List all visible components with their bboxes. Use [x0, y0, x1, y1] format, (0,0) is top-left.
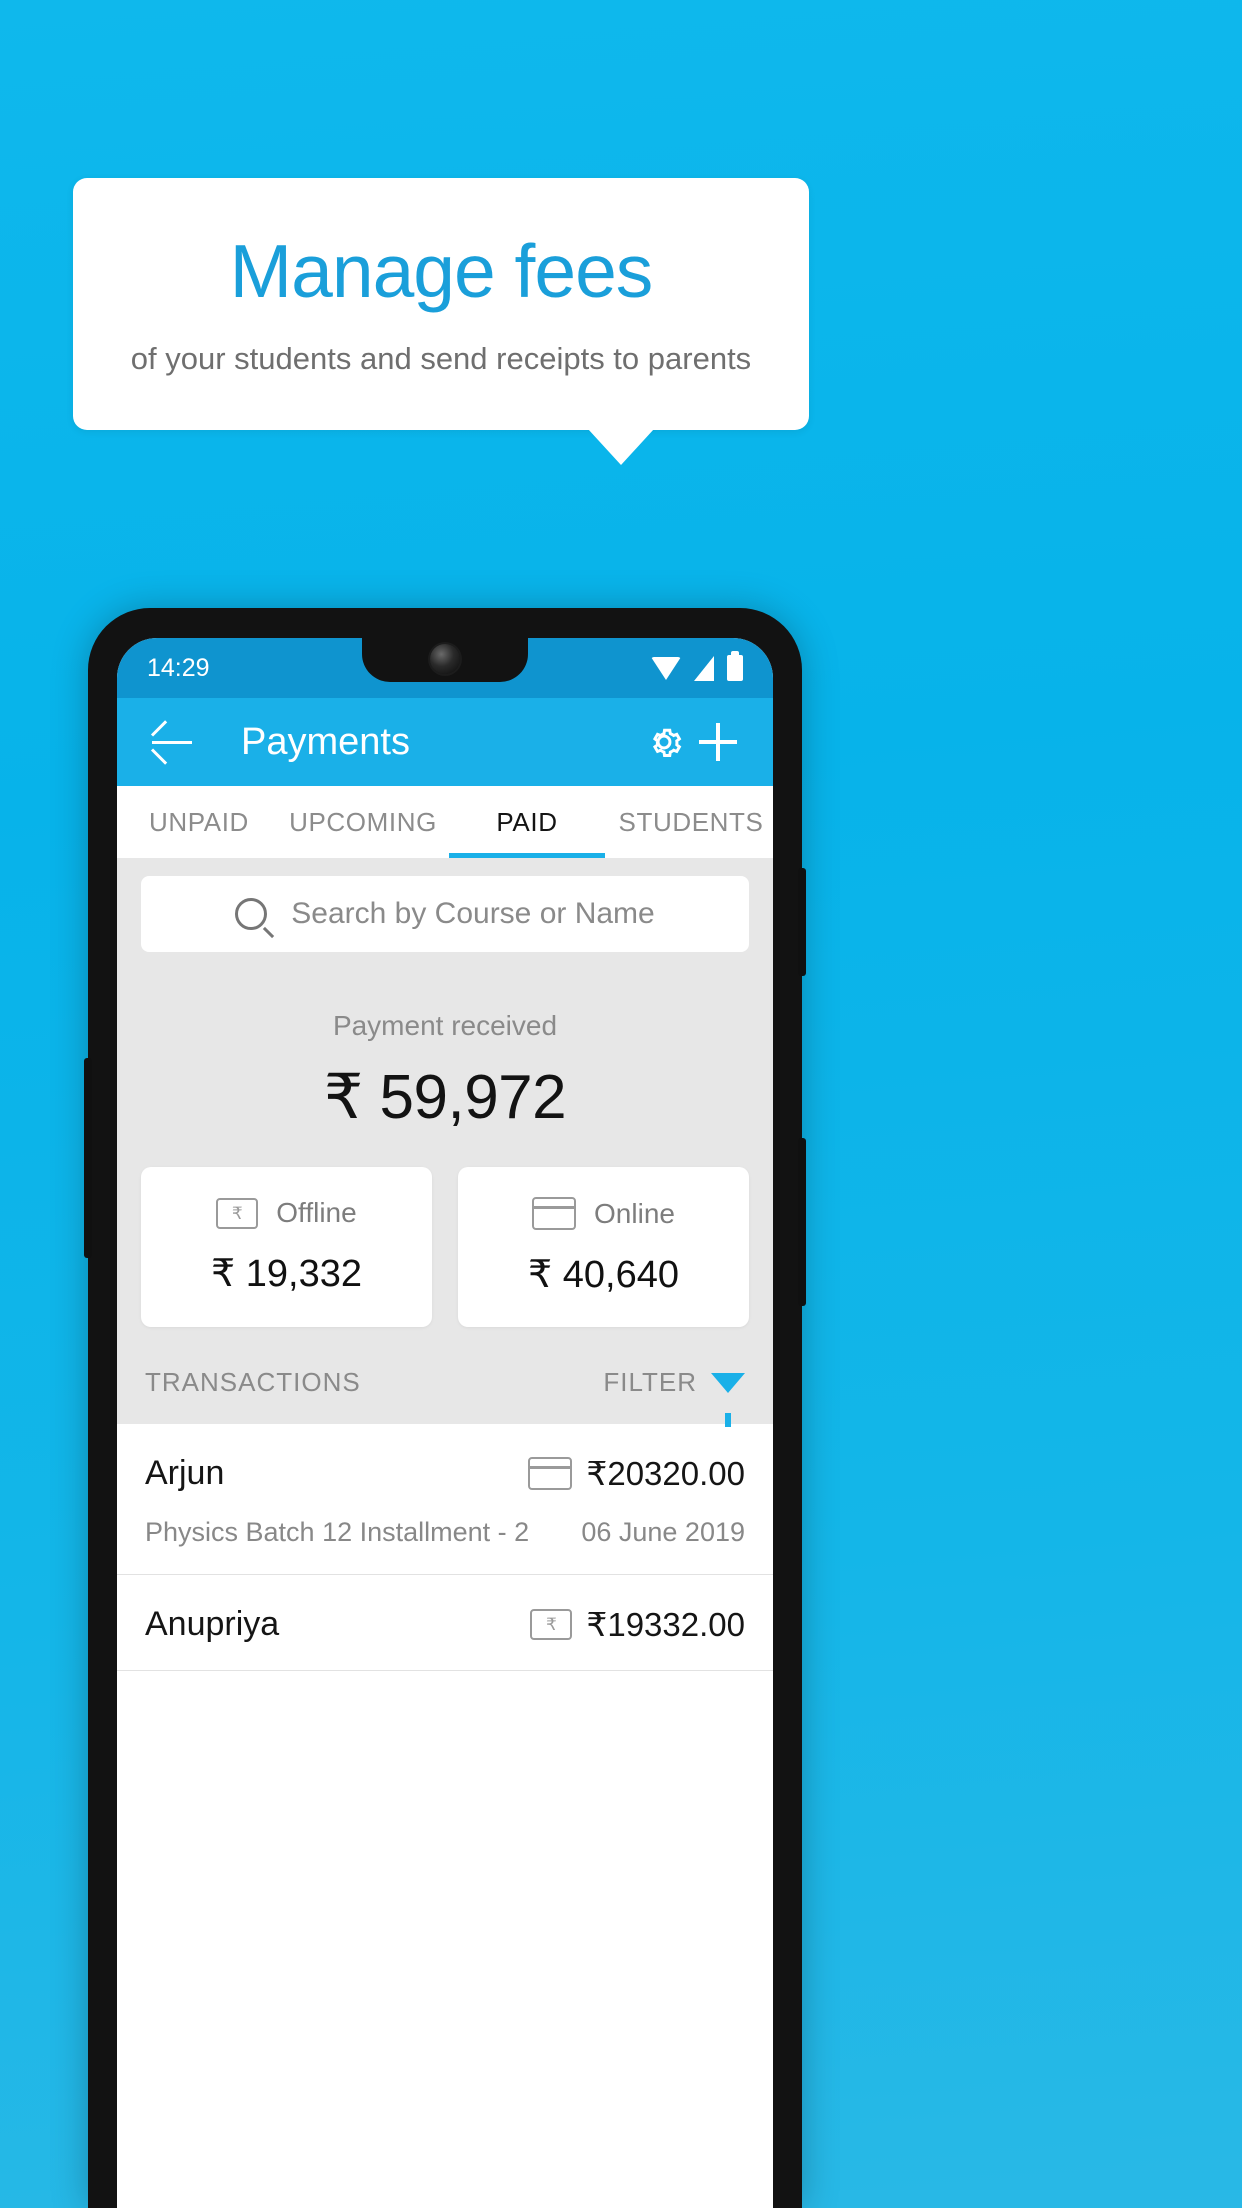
power-button[interactable]: [798, 868, 806, 976]
payment-received-label: Payment received: [332, 1010, 558, 1041]
phone-mockup: 14:29 Payments UNPAID UPCOMING PAID STUD…: [84, 608, 806, 2208]
online-card-header: Online: [458, 1197, 749, 1230]
transactions-label: TRANSACTIONS: [145, 1367, 361, 1397]
tab-upcoming[interactable]: UPCOMING: [281, 786, 445, 858]
search-placeholder: Search by Course or Name: [291, 897, 655, 930]
gear-icon: [652, 728, 682, 757]
promo-callout-tail: [588, 429, 654, 465]
tab-paid[interactable]: PAID: [445, 786, 609, 858]
transaction-amount-wrap: ₹ ₹19332.00: [530, 1605, 745, 1644]
volume-button-left[interactable]: [84, 1058, 92, 1258]
promo-subtitle: of your students and send receipts to pa…: [130, 341, 752, 376]
transaction-bottom: Physics Batch 12 Installment - 2 06 June…: [145, 1517, 745, 1548]
promo-callout: Manage fees of your students and send re…: [73, 178, 809, 430]
offline-card[interactable]: ₹ Offline ₹ 19,332: [141, 1167, 432, 1327]
payment-summary: Payment received ₹ 59,972: [117, 952, 773, 1133]
online-amount: ₹ 40,640: [528, 1254, 679, 1296]
transaction-date: 06 June 2019: [581, 1517, 745, 1547]
plus-icon: [699, 723, 737, 761]
offline-label: Offline: [276, 1197, 357, 1228]
wifi-icon: [651, 656, 681, 680]
tab-bar: UNPAID UPCOMING PAID STUDENTS: [117, 786, 773, 858]
back-button[interactable]: [145, 715, 199, 769]
filter-button[interactable]: FILTER: [603, 1367, 745, 1427]
filter-label: FILTER: [603, 1367, 697, 1397]
credit-card-icon: [532, 1197, 577, 1230]
transaction-list: Arjun ₹20320.00 Physics Batch 12 Install…: [117, 1424, 773, 1671]
transaction-amount-wrap: ₹20320.00: [528, 1454, 745, 1493]
transaction-amount: ₹19332.00: [586, 1606, 745, 1643]
add-button[interactable]: [691, 715, 745, 769]
app-bar: Payments: [117, 698, 773, 786]
offline-card-header: ₹ Offline: [141, 1197, 432, 1229]
online-label: Online: [594, 1197, 675, 1229]
notch: [362, 638, 528, 682]
status-icons: [651, 651, 743, 681]
volume-button-right[interactable]: [798, 1138, 806, 1306]
promo-title: Manage fees: [229, 229, 654, 313]
status-bar: 14:29: [117, 638, 773, 698]
page-title: Payments: [241, 720, 410, 763]
battery-icon: [727, 651, 743, 681]
transaction-top: Arjun ₹20320.00: [145, 1454, 745, 1493]
settings-button[interactable]: [637, 715, 691, 769]
table-row[interactable]: Anupriya ₹ ₹19332.00: [117, 1575, 773, 1671]
transactions-header: TRANSACTIONS FILTER: [117, 1327, 773, 1427]
rupee-note-icon: ₹: [530, 1609, 573, 1640]
tab-students[interactable]: STUDENTS: [609, 786, 773, 858]
status-time: 14:29: [147, 653, 210, 682]
payment-method-cards: ₹ Offline ₹ 19,332 Online ₹ 40,640: [117, 1133, 773, 1327]
transaction-name: Anupriya: [145, 1605, 280, 1643]
transaction-description: Physics Batch 12 Installment - 2: [145, 1517, 530, 1547]
content-area: Search by Course or Name Payment receive…: [117, 858, 773, 1671]
back-arrow-icon: [152, 740, 192, 744]
search-icon: [235, 898, 268, 930]
transaction-name: Arjun: [145, 1454, 225, 1492]
transaction-top: Anupriya ₹ ₹19332.00: [145, 1605, 745, 1644]
table-row[interactable]: Arjun ₹20320.00 Physics Batch 12 Install…: [117, 1424, 773, 1575]
front-camera: [430, 644, 460, 674]
tab-unpaid[interactable]: UNPAID: [117, 786, 281, 858]
search-input[interactable]: Search by Course or Name: [141, 876, 749, 952]
signal-icon: [694, 655, 714, 681]
payment-received-amount: ₹ 59,972: [323, 1063, 567, 1132]
online-card[interactable]: Online ₹ 40,640: [458, 1167, 749, 1327]
credit-card-icon: [528, 1457, 573, 1490]
rupee-note-icon: ₹: [216, 1197, 259, 1229]
transaction-amount: ₹20320.00: [586, 1455, 745, 1492]
funnel-icon: [711, 1372, 745, 1427]
phone-screen: 14:29 Payments UNPAID UPCOMING PAID STUD…: [117, 638, 773, 2208]
offline-amount: ₹ 19,332: [211, 1253, 362, 1295]
search-section: Search by Course or Name: [117, 858, 773, 952]
